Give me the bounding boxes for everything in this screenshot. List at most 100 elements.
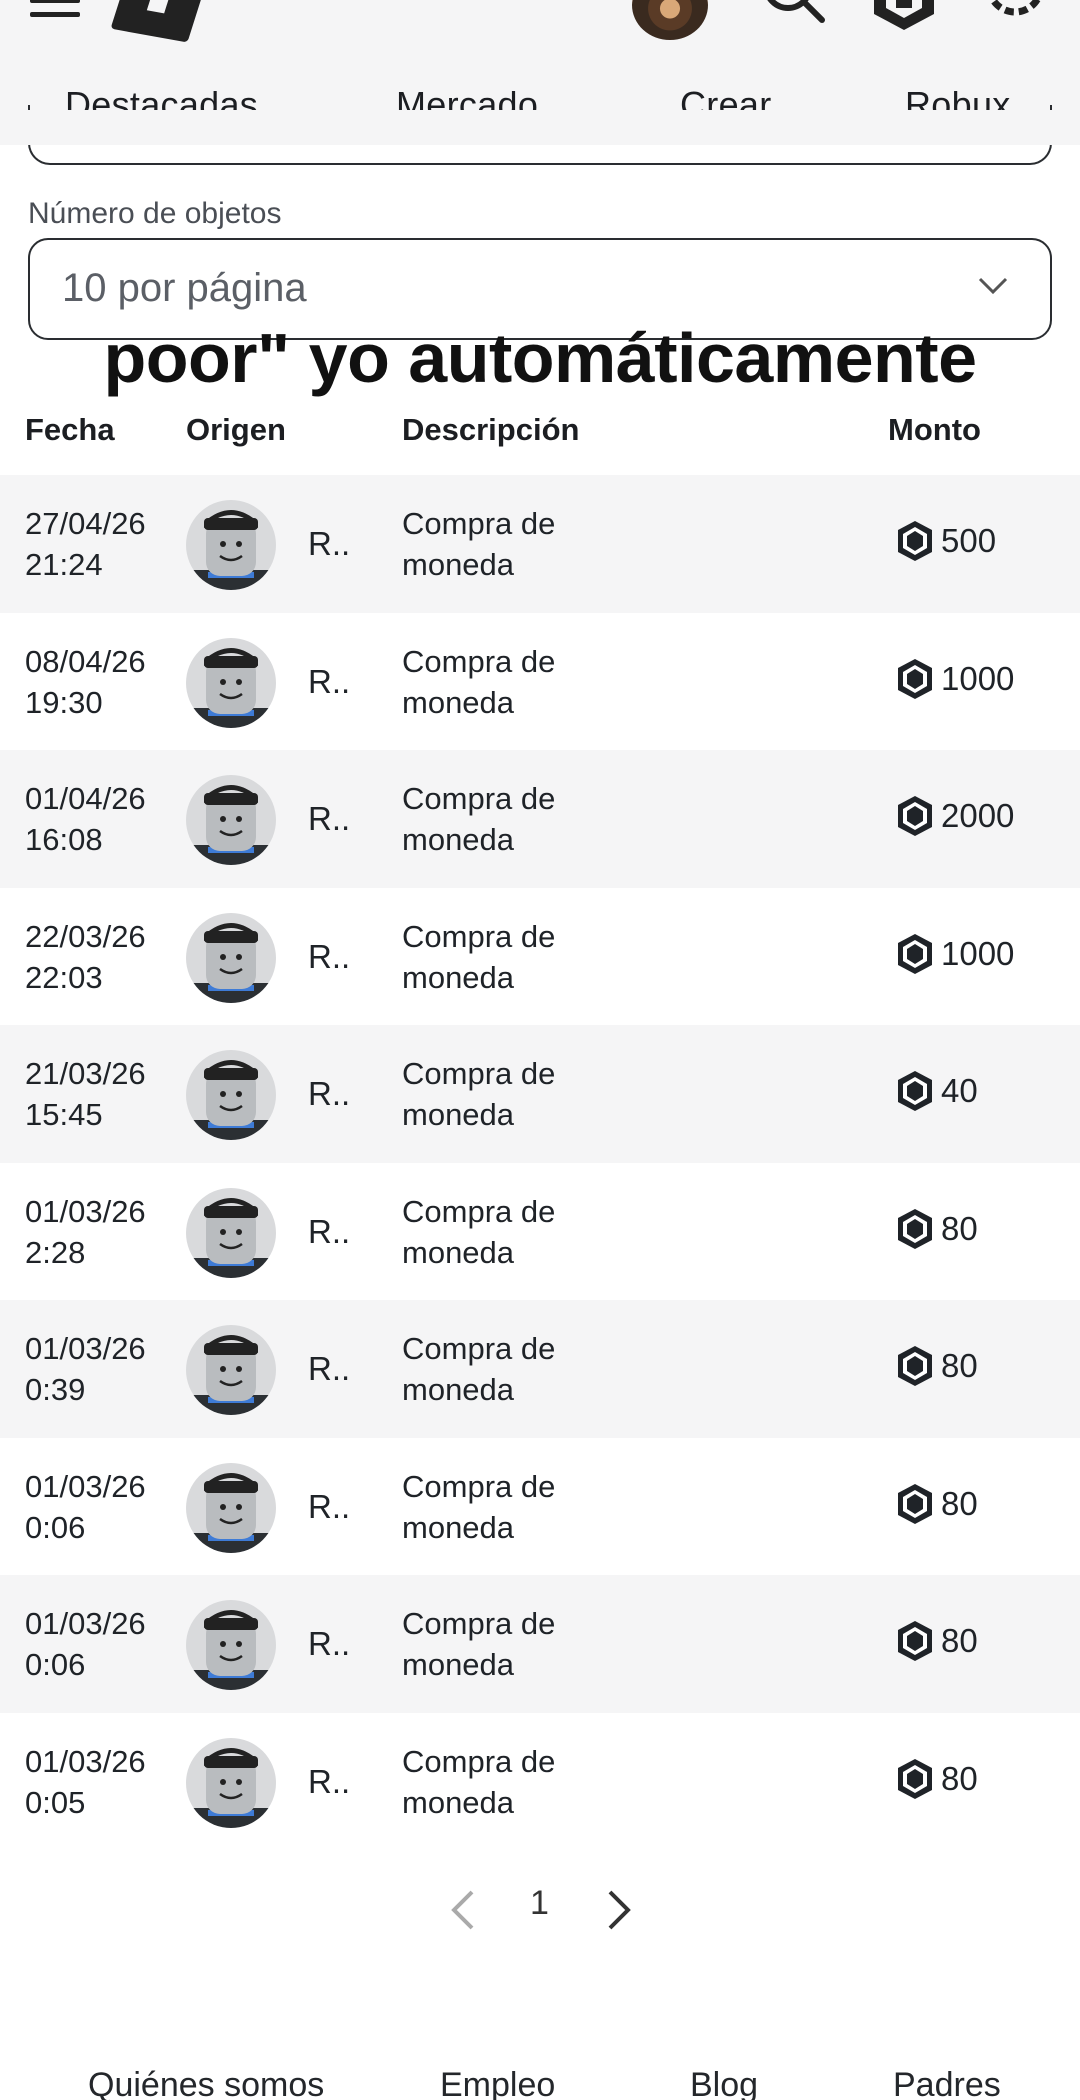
row-date: 01/03/26 0:06	[25, 1603, 146, 1685]
robux-icon	[895, 657, 935, 701]
row-description-line2: moneda	[402, 684, 515, 720]
row-date-time: 22:03	[25, 959, 103, 995]
row-description-line1: Compra de	[402, 643, 556, 679]
table-row[interactable]: 01/04/26 16:08 R.. Compra de moneda 2000	[0, 750, 1080, 888]
row-amount: 40	[895, 1069, 978, 1113]
table-header: Fecha Origen Descripción Monto	[0, 408, 1080, 458]
footer-link-parents[interactable]: Padres	[893, 2066, 1001, 2100]
origin-name[interactable]: R..	[308, 663, 350, 701]
table-row[interactable]: 08/04/26 19:30 R.. Compra de moneda 1000	[0, 613, 1080, 751]
table-row[interactable]: 27/04/26 21:24 R.. Compra de moneda 500	[0, 475, 1080, 613]
row-date-day: 01/04/26	[25, 781, 146, 816]
user-avatar[interactable]	[632, 0, 708, 40]
row-description-line1: Compra de	[402, 1743, 556, 1779]
menu-icon[interactable]	[30, 0, 80, 20]
origin-avatar[interactable]	[186, 1737, 276, 1828]
origin-avatar[interactable]	[186, 912, 276, 1003]
origin-name[interactable]: R..	[308, 1488, 350, 1526]
row-date-time: 15:45	[25, 1097, 103, 1132]
robux-icon	[895, 932, 935, 976]
origin-avatar[interactable]	[186, 775, 276, 865]
chevron-left-icon[interactable]	[448, 1888, 478, 1932]
row-date-day: 08/04/26	[25, 643, 146, 679]
page-number: 1	[530, 1884, 549, 1922]
row-date: 21/03/26 15:45	[25, 1053, 146, 1135]
row-description-line1: Compra de	[402, 781, 556, 816]
row-date-day: 01/03/26	[25, 1606, 146, 1641]
row-date: 01/03/26 0:06	[25, 1466, 146, 1548]
table-row[interactable]: 21/03/26 15:45 R.. Compra de moneda 40	[0, 1025, 1080, 1163]
row-amount-value: 1000	[941, 659, 1015, 697]
table-row[interactable]: 01/03/26 2:28 R.. Compra de moneda 80	[0, 1163, 1080, 1301]
row-date-time: 2:28	[25, 1234, 86, 1270]
row-amount: 80	[895, 1482, 978, 1526]
row-description-line2: moneda	[402, 1647, 515, 1682]
gear-icon[interactable]	[980, 0, 1050, 32]
per-page-value: 10 por página	[62, 266, 307, 310]
origin-avatar[interactable]	[186, 1187, 276, 1278]
row-amount-value: 40	[941, 1072, 978, 1109]
origin-name[interactable]: R..	[308, 938, 350, 976]
table-row[interactable]: 01/03/26 0:39 R.. Compra de moneda 80	[0, 1300, 1080, 1438]
row-date: 01/03/26 2:28	[25, 1191, 146, 1273]
row-description-line2: moneda	[402, 822, 515, 857]
table-row[interactable]: 01/03/26 0:06 R.. Compra de moneda 80	[0, 1575, 1080, 1713]
col-monto: Monto	[888, 412, 981, 447]
col-origen: Origen	[186, 412, 286, 447]
row-date-day: 01/03/26	[25, 1468, 146, 1504]
row-description-line1: Compra de	[402, 1056, 556, 1091]
origin-name[interactable]: R..	[308, 1075, 350, 1113]
origin-name[interactable]: R..	[308, 1763, 350, 1801]
origin-avatar[interactable]	[186, 637, 276, 728]
row-amount: 2000	[895, 794, 1014, 838]
origin-avatar[interactable]	[186, 1462, 276, 1553]
overlay-caption: poor" yo automáticamente	[103, 319, 977, 397]
footer-link-blog[interactable]: Blog	[690, 2066, 758, 2100]
row-description: Compra de moneda	[402, 1741, 555, 1823]
search-icon[interactable]	[762, 0, 826, 24]
footer-link-jobs[interactable]: Empleo	[440, 2066, 555, 2100]
table-row[interactable]: 01/03/26 0:06 R.. Compra de moneda 80	[0, 1438, 1080, 1576]
row-date-time: 21:24	[25, 547, 103, 582]
origin-name[interactable]: R..	[308, 1213, 350, 1251]
table-row[interactable]: 22/03/26 22:03 R.. Compra de moneda 1000	[0, 888, 1080, 1026]
row-amount-value: 80	[941, 1484, 978, 1522]
robux-icon	[895, 1344, 935, 1388]
row-amount-value: 80	[941, 1347, 978, 1384]
origin-avatar[interactable]	[186, 1050, 276, 1140]
robux-icon	[895, 1069, 935, 1113]
origin-avatar[interactable]	[186, 1600, 276, 1690]
row-description-line2: moneda	[402, 547, 515, 582]
row-description-line1: Compra de	[402, 1468, 556, 1504]
row-amount: 500	[895, 519, 996, 563]
row-description-line1: Compra de	[402, 1331, 556, 1366]
row-amount: 80	[895, 1344, 978, 1388]
footer-link-about[interactable]: Quiénes somos	[88, 2066, 324, 2100]
robux-icon[interactable]	[870, 0, 938, 32]
origin-name[interactable]: R..	[308, 1350, 350, 1388]
row-amount: 1000	[895, 657, 1014, 701]
row-description: Compra de moneda	[402, 1053, 555, 1135]
row-description: Compra de moneda	[402, 641, 555, 723]
row-date: 01/03/26 0:39	[25, 1328, 146, 1410]
origin-name[interactable]: R..	[308, 525, 350, 563]
robux-icon	[895, 519, 935, 563]
row-description-line2: moneda	[402, 1234, 515, 1270]
origin-name[interactable]: R..	[308, 1625, 350, 1663]
table-row[interactable]: 01/03/26 0:05 R.. Compra de moneda 80	[0, 1713, 1080, 1851]
row-date: 08/04/26 19:30	[25, 641, 146, 723]
origin-avatar[interactable]	[186, 1325, 276, 1415]
robux-icon	[895, 1207, 935, 1251]
row-date-time: 0:05	[25, 1784, 86, 1820]
row-amount: 80	[895, 1619, 978, 1663]
row-description: Compra de moneda	[402, 1603, 555, 1685]
robux-icon	[895, 1757, 935, 1801]
row-date: 22/03/26 22:03	[25, 916, 146, 998]
row-date: 01/03/26 0:05	[25, 1741, 146, 1823]
chevron-right-icon[interactable]	[604, 1888, 634, 1932]
row-description: Compra de moneda	[402, 503, 555, 585]
origin-name[interactable]: R..	[308, 800, 350, 838]
row-description: Compra de moneda	[402, 778, 555, 860]
roblox-logo[interactable]	[110, 0, 206, 43]
origin-avatar[interactable]	[186, 500, 276, 590]
